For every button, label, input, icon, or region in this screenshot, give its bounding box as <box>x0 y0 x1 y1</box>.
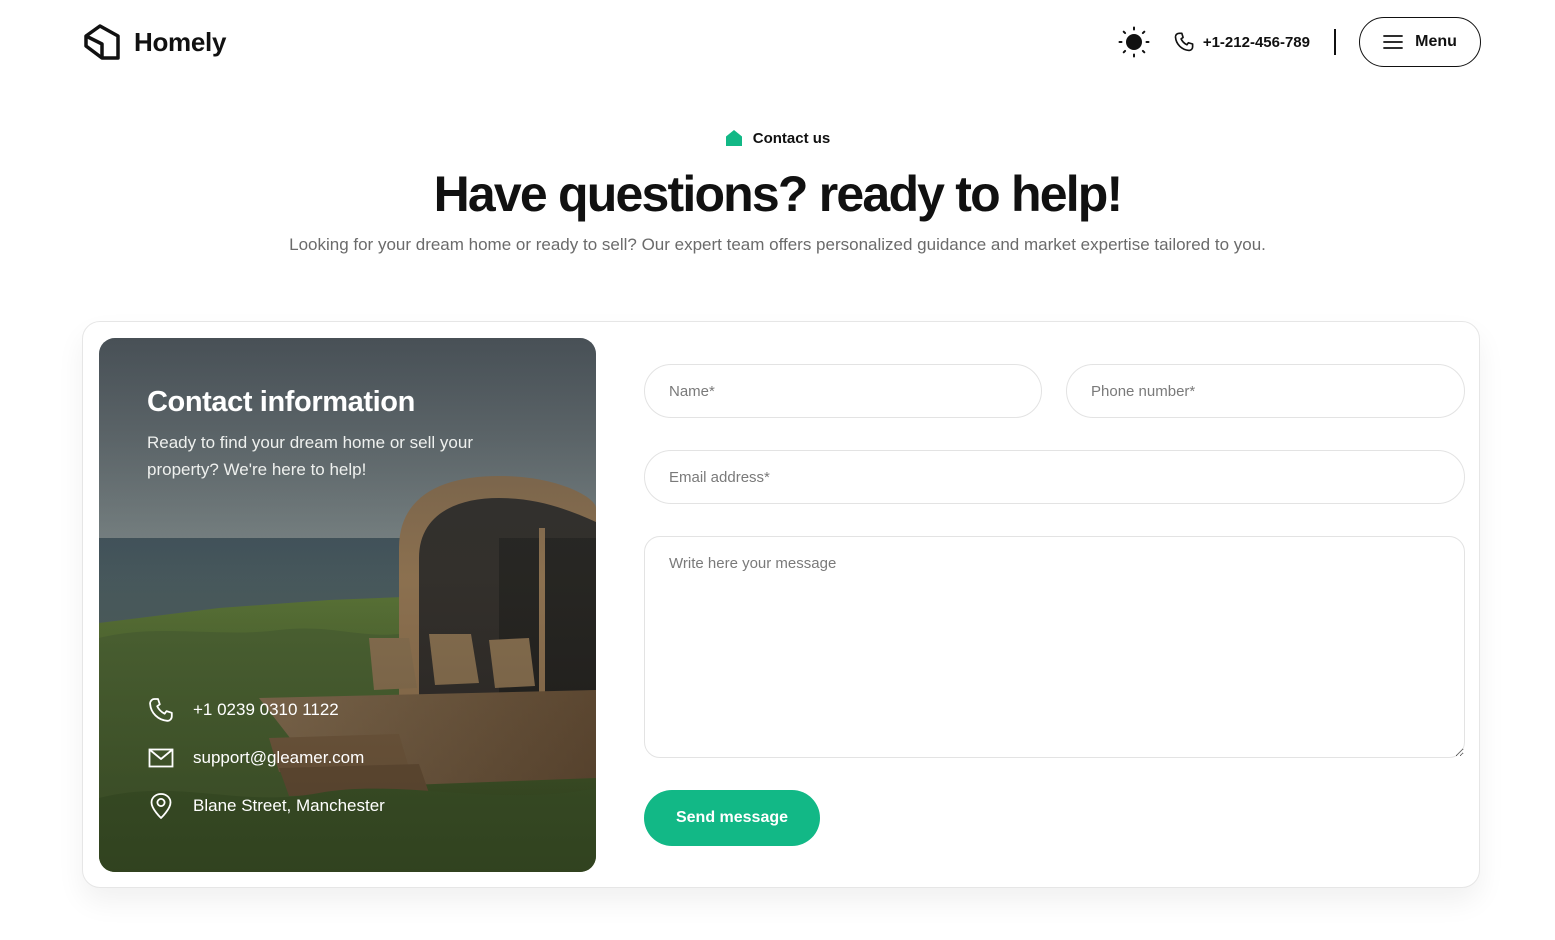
header-divider <box>1334 29 1336 55</box>
header-phone-link[interactable]: +1-212-456-789 <box>1173 31 1310 53</box>
contact-phone-number: +1 0239 0310 1122 <box>193 700 339 719</box>
contact-email: support@gleamer.com <box>193 748 365 767</box>
contact-address-row[interactable]: Blane Street, Manchester <box>147 792 385 820</box>
site-header: Homely +1-212-456-789 Menu <box>0 0 1555 84</box>
contact-card: Contact information Ready to find your d… <box>82 321 1480 888</box>
hamburger-icon <box>1383 35 1404 49</box>
eyebrow: Contact us <box>0 129 1555 147</box>
phone-icon <box>149 698 173 722</box>
contact-info-title: Contact information <box>147 386 415 418</box>
mail-icon <box>148 748 174 768</box>
name-input[interactable] <box>644 364 1042 418</box>
message-textarea[interactable] <box>644 536 1465 758</box>
sun-icon <box>1118 26 1150 58</box>
contact-address: Blane Street, Manchester <box>193 796 385 815</box>
contact-info-panel: Contact information Ready to find your d… <box>99 338 596 872</box>
contact-email-row[interactable]: support@gleamer.com <box>147 744 364 772</box>
header-phone-number: +1-212-456-789 <box>1202 33 1310 51</box>
header-actions: +1-212-456-789 Menu <box>1117 16 1481 68</box>
phone-icon <box>1174 32 1194 52</box>
house-logo-icon <box>84 24 120 60</box>
eyebrow-label: Contact us <box>752 129 831 147</box>
phone-number-input[interactable] <box>1066 364 1465 418</box>
house-icon <box>725 130 742 146</box>
page-title: Have questions? ready to help! <box>433 166 1124 222</box>
page-subtitle: Looking for your dream home or ready to … <box>289 235 1266 254</box>
menu-button[interactable]: Menu <box>1359 17 1481 67</box>
theme-toggle-button[interactable] <box>1117 25 1151 59</box>
brand-logo[interactable]: Homely <box>82 22 226 62</box>
send-message-button[interactable]: Send message <box>644 790 820 846</box>
email-input[interactable] <box>644 450 1465 504</box>
menu-label: Menu <box>1415 33 1457 50</box>
map-pin-icon <box>150 793 172 819</box>
contact-info-description: Ready to find your dream home or sell yo… <box>147 433 473 479</box>
brand-name: Homely <box>134 26 227 57</box>
contact-phone-row[interactable]: +1 0239 0310 1122 <box>147 696 339 724</box>
